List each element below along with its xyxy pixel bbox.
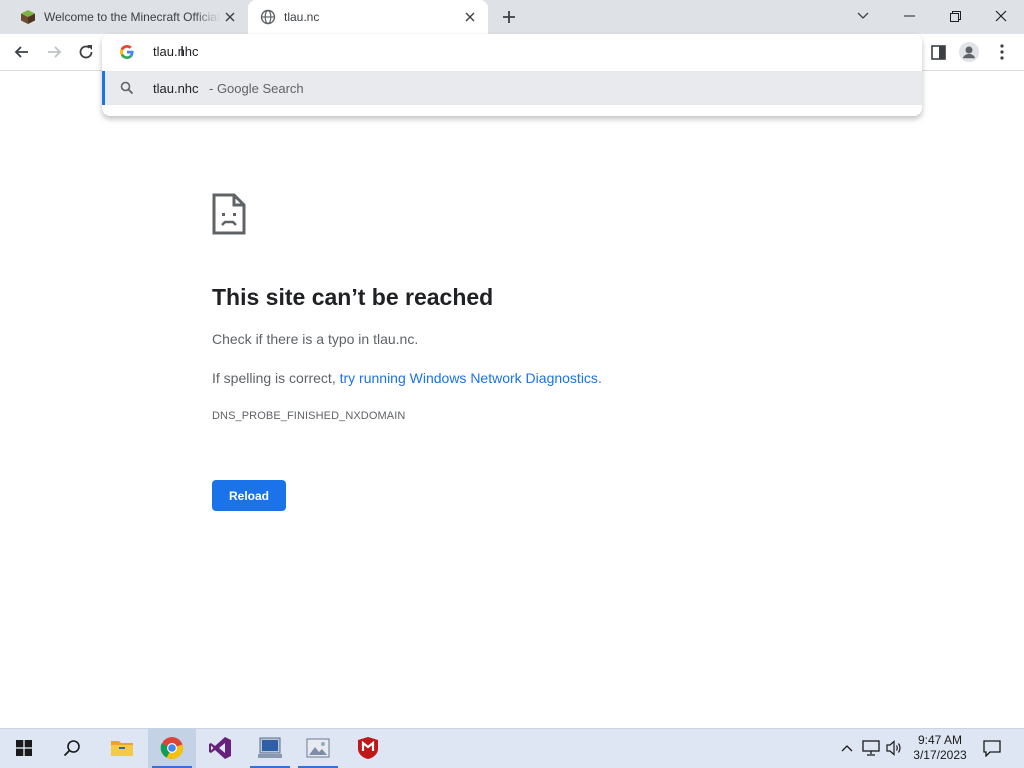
- start-icon: [16, 740, 32, 756]
- network-icon: [862, 740, 880, 756]
- chrome-icon: [160, 737, 184, 760]
- taskbar-app[interactable]: [246, 728, 294, 768]
- refresh-icon: [79, 45, 93, 59]
- taskbar-chrome[interactable]: [148, 728, 196, 768]
- show-hidden-icons-button[interactable]: [838, 728, 856, 768]
- error-suggestion-typo: Check if there is a typo in tlau.nc.: [212, 331, 419, 347]
- arrow-right-icon: [48, 46, 62, 58]
- taskbar-mcafee[interactable]: [344, 728, 392, 768]
- search-icon: [63, 740, 80, 757]
- minimize-icon: [903, 15, 915, 17]
- address-bar[interactable]: tlau.nhc I: [102, 34, 922, 70]
- file-explorer-icon: [111, 741, 133, 756]
- speaker-icon: [886, 740, 901, 756]
- back-button[interactable]: [10, 40, 34, 64]
- restore-button[interactable]: [932, 0, 978, 32]
- close-icon: [995, 10, 1007, 22]
- reload-button[interactable]: Reload: [212, 480, 286, 511]
- tab-title: Welcome to the Minecraft Official Site: [44, 10, 220, 24]
- taskbar-visual-studio[interactable]: [196, 728, 244, 768]
- suggestion-query: tlau.nhc: [153, 81, 199, 96]
- error-suggestion-diagnostics: If spelling is correct, try running Wind…: [212, 370, 602, 386]
- mcafee-icon: [358, 737, 378, 759]
- chevron-down-icon: [857, 12, 869, 19]
- text-cursor-icon: I: [180, 43, 185, 60]
- address-input-text[interactable]: tlau.nhc: [153, 44, 199, 59]
- close-tab-icon[interactable]: [220, 7, 240, 27]
- omnibox-suggestion[interactable]: tlau.nhc - Google Search: [102, 71, 922, 105]
- tab-search-button[interactable]: [840, 0, 886, 32]
- taskbar-photos[interactable]: [294, 728, 342, 768]
- error-code: DNS_PROBE_FINISHED_NXDOMAIN: [212, 410, 406, 422]
- google-icon: [120, 45, 134, 59]
- menu-button[interactable]: [990, 40, 1014, 64]
- sad-document-icon: [212, 193, 246, 235]
- suggestion-source: - Google Search: [209, 81, 304, 96]
- close-window-button[interactable]: [978, 0, 1024, 32]
- photos-icon: [306, 738, 330, 758]
- plus-icon: [503, 11, 515, 23]
- tab-minecraft[interactable]: Welcome to the Minecraft Official Site: [8, 0, 248, 34]
- globe-icon: [260, 9, 276, 25]
- taskbar-clock[interactable]: 9:47 AM 3/17/2023: [908, 733, 972, 763]
- arrow-left-icon: [14, 46, 28, 58]
- new-tab-button[interactable]: [497, 5, 521, 29]
- tab-tlau[interactable]: tlau.nc: [248, 0, 488, 34]
- minimize-button[interactable]: [886, 0, 932, 32]
- minecraft-favicon-icon: [21, 10, 35, 24]
- close-tab-icon[interactable]: [460, 7, 480, 27]
- volume-tray-button[interactable]: [884, 728, 904, 768]
- start-button[interactable]: [0, 728, 48, 768]
- side-panel-button[interactable]: [926, 40, 950, 64]
- search-icon: [120, 81, 134, 95]
- chevron-up-icon: [841, 745, 853, 752]
- visual-studio-icon: [209, 737, 231, 759]
- clock-time: 9:47 AM: [917, 733, 963, 747]
- profile-button[interactable]: [957, 40, 981, 64]
- action-center-button[interactable]: [978, 728, 1006, 768]
- forward-button[interactable]: [42, 40, 66, 64]
- restore-icon: [949, 10, 961, 22]
- diagnostics-prefix: If spelling is correct,: [212, 370, 340, 386]
- network-tray-button[interactable]: [860, 728, 882, 768]
- notification-icon: [983, 739, 1001, 757]
- tab-title: tlau.nc: [284, 10, 320, 24]
- diagnostics-suffix: .: [597, 370, 602, 386]
- more-vert-icon: [1000, 44, 1004, 60]
- error-title: This site can’t be reached: [212, 284, 494, 310]
- reload-toolbar-button[interactable]: [74, 40, 98, 64]
- taskbar-file-explorer[interactable]: [98, 728, 146, 768]
- network-diagnostics-link[interactable]: try running Windows Network Diagnostics: [340, 370, 598, 386]
- taskbar-search-button[interactable]: [48, 728, 96, 768]
- omnibox-dropdown: tlau.nhc I tlau.nhc - Google Search: [102, 34, 922, 116]
- side-panel-icon: [930, 44, 946, 60]
- app-icon: [258, 737, 282, 758]
- profile-avatar-icon: [959, 42, 979, 62]
- clock-date: 3/17/2023: [913, 748, 967, 762]
